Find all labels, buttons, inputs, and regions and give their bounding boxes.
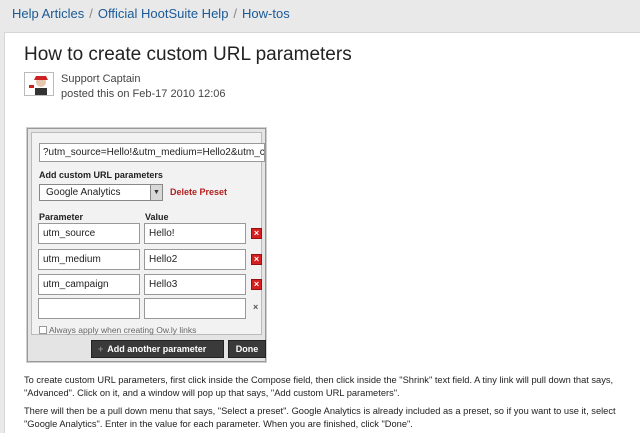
value-input[interactable]: Hello! [144, 223, 246, 244]
page-title: How to create custom URL parameters [24, 44, 352, 65]
done-button[interactable]: Done [228, 340, 266, 358]
avatar[interactable] [24, 72, 54, 96]
parameter-input[interactable]: utm_campaign [38, 274, 140, 295]
add-another-parameter-button[interactable]: + Add another parameter [91, 340, 224, 358]
delete-preset-link[interactable]: Delete Preset [170, 187, 227, 197]
custom-url-parameters-dialog: ?utm_source=Hello!&utm_medium=Hello2&utm… [27, 128, 266, 362]
always-apply-checkbox[interactable]: Always apply when creating Ow.ly links [39, 325, 196, 335]
add-custom-url-parameters-label: Add custom URL parameters [39, 170, 163, 180]
author-name[interactable]: Support Captain [61, 73, 141, 85]
dialog-body: ?utm_source=Hello!&utm_medium=Hello2&utm… [31, 132, 265, 335]
close-icon[interactable]: × [251, 228, 262, 239]
value-input[interactable]: Hello2 [144, 249, 246, 270]
posted-date: posted this on Feb-17 2010 12:06 [61, 88, 226, 100]
parameter-column-header: Parameter [39, 212, 84, 222]
close-icon[interactable]: × [251, 279, 262, 290]
parameter-input[interactable]: utm_source [38, 223, 140, 244]
always-apply-label: Always apply when creating Ow.ly links [49, 325, 197, 335]
parameter-input[interactable]: utm_medium [38, 249, 140, 270]
article-paragraph: There will then be a pull down menu that… [24, 406, 616, 429]
value-input[interactable] [144, 298, 246, 319]
breadcrumb-separator: / [89, 6, 93, 21]
chevron-down-icon: ▼ [150, 185, 162, 200]
breadcrumb: Help Articles / Official HootSuite Help / Ho… [12, 6, 290, 26]
close-icon[interactable]: × [251, 254, 262, 265]
preset-select[interactable]: Google Analytics ▼ [39, 184, 163, 201]
breadcrumb-official-hootsuite-help[interactable]: Official HootSuite Help [98, 6, 229, 21]
preset-select-value: Google Analytics [46, 187, 121, 198]
breadcrumb-separator: / [233, 6, 238, 21]
parameter-input[interactable] [38, 298, 140, 319]
checkbox-icon[interactable] [39, 326, 47, 334]
plus-icon: + [98, 344, 104, 354]
article-paragraph: To create custom URL parameters, first c… [24, 375, 614, 398]
value-input[interactable]: Hello3 [144, 274, 246, 295]
breadcrumb-help-articles[interactable]: Help Articles [12, 6, 84, 21]
small-x-icon[interactable]: × [253, 302, 258, 312]
dialog-footer: + Add another parameter Done [31, 339, 266, 359]
value-column-header: Value [145, 212, 169, 222]
breadcrumb-how-tos[interactable]: How-tos [242, 6, 290, 21]
add-another-parameter-label: Add another parameter [107, 344, 207, 354]
url-field[interactable]: ?utm_source=Hello!&utm_medium=Hello2&utm… [39, 143, 265, 162]
